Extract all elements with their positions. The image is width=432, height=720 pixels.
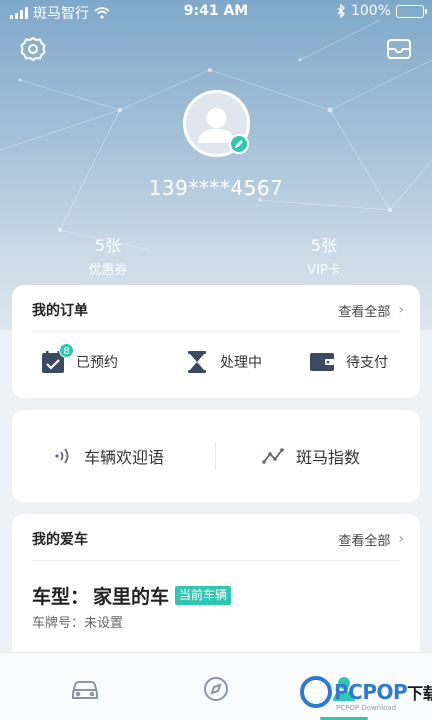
orders-view-all-link[interactable]: 查看全部 › <box>338 301 404 320</box>
pencil-icon <box>235 140 243 148</box>
watermark-brand: PCPOP下载 <box>334 680 432 704</box>
car-model[interactable]: 车型： 家里的车 当前车辆 <box>32 582 232 609</box>
my-car-title: 我的爱车 <box>32 532 88 548</box>
features-card: 车辆欢迎语 斑马指数 <box>12 410 420 502</box>
license-plate: 车牌号：未设置 <box>32 616 124 631</box>
phone-number: 139****4567 <box>148 176 284 200</box>
car-model-label: 车型： <box>32 586 90 608</box>
hourglass-icon <box>188 351 206 373</box>
orders-view-all-label: 查看全部 <box>338 304 391 320</box>
divider <box>32 331 400 332</box>
chevron-right-icon: › <box>398 302 404 318</box>
watermark-subtitle: PCPOP Download <box>336 704 397 712</box>
watermark-logo-icon <box>300 676 332 708</box>
order-booked[interactable]: 8 已预约 <box>40 343 118 375</box>
order-processing[interactable]: 处理中 <box>184 349 262 375</box>
my-orders-card: 我的订单 查看全部 › 8 已预约 处理中 待支付 <box>12 285 420 398</box>
my-car-card: 我的爱车 查看全部 › 车型： 家里的车 当前车辆 车牌号：未设置 <box>12 514 420 664</box>
sound-wave-icon <box>55 448 69 464</box>
edit-avatar-button[interactable] <box>229 134 249 154</box>
car-model-name: 家里的车 <box>93 586 170 608</box>
compass-icon[interactable] <box>200 673 232 705</box>
coupons-count: 5张 <box>94 236 122 255</box>
network-decoration <box>0 19 432 251</box>
chevron-right-icon: › <box>398 531 404 547</box>
vip-card-stat[interactable]: 5张 VIP卡 <box>264 232 384 278</box>
watermark-brand-dark: 下载 <box>407 684 432 703</box>
vehicle-greeting-label: 车辆欢迎语 <box>84 448 165 467</box>
message-box-icon[interactable] <box>386 36 412 62</box>
vehicle-greeting-button[interactable]: 车辆欢迎语 <box>54 444 164 468</box>
order-processing-label: 处理中 <box>220 355 262 371</box>
gear-icon[interactable] <box>20 36 46 62</box>
trend-line-icon <box>262 448 284 464</box>
zebra-index-label: 斑马指数 <box>296 448 361 467</box>
orders-title: 我的订单 <box>32 303 88 319</box>
car-view-all-link[interactable]: 查看全部 › <box>338 530 404 549</box>
zebra-index-button[interactable]: 斑马指数 <box>262 444 360 468</box>
booked-count-badge: 8 <box>59 343 74 358</box>
coupons-stat[interactable]: 5张 优惠券 <box>48 232 168 278</box>
car-icon[interactable] <box>69 673 101 705</box>
status-bar: 斑马智行 9:41 AM 100% <box>0 0 432 24</box>
vip-card-label: VIP卡 <box>307 263 341 278</box>
wallet-icon <box>310 353 334 371</box>
order-pending-payment[interactable]: 待支付 <box>308 349 388 375</box>
order-pending-label: 待支付 <box>346 355 388 371</box>
profile-header-background <box>0 0 432 330</box>
battery-percent: 100% <box>350 3 391 19</box>
vip-card-count: 5张 <box>310 236 338 255</box>
car-view-all-label: 查看全部 <box>338 533 391 549</box>
order-booked-label: 已预约 <box>76 355 118 371</box>
site-watermark: PCPOP下载 PCPOP Download <box>300 674 432 720</box>
current-car-tag: 当前车辆 <box>175 586 232 605</box>
bluetooth-icon <box>337 4 345 18</box>
coupons-label: 优惠券 <box>88 263 128 278</box>
divider <box>215 442 216 470</box>
divider <box>32 560 400 561</box>
watermark-brand-blue: PCPOP <box>334 680 408 704</box>
battery-icon <box>396 4 427 18</box>
